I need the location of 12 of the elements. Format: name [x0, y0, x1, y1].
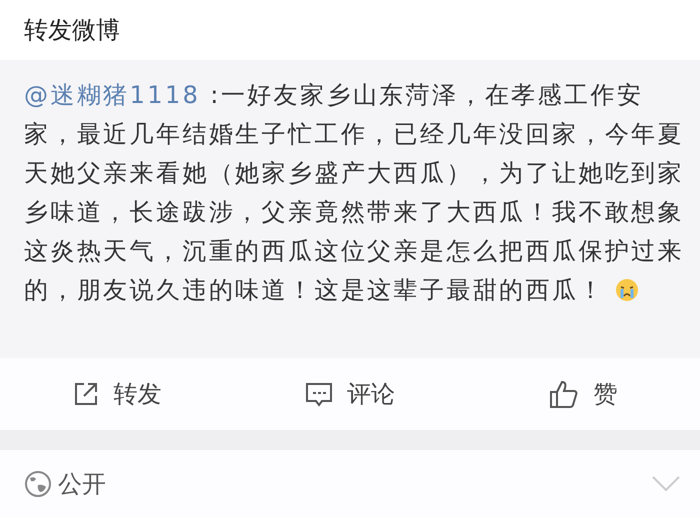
crying-emoji-icon [614, 278, 639, 302]
post-text: @迷糊猪1118 :一好友家乡山东菏泽，在孝感工作安家，最近几年结婚生子忙工作，已经几年没回家，今年夏天她父亲来看她（她家乡盛产大西瓜），为了让她吃到家乡味道，长途跋涉，父亲竟然带来了大西瓜！我不敢想象这炎热天气，沉重的西瓜这位父亲是怎么把西瓜保护过来的，朋友说久违的味道！这是这辈子最甜的西瓜！ [24, 80, 685, 306]
comment-icon [304, 380, 333, 408]
user-mention-link[interactable]: @迷糊猪1118 [24, 81, 200, 109]
chevron-down-icon[interactable] [652, 476, 680, 492]
repost-button[interactable]: 转发 [0, 370, 234, 418]
comment-button[interactable]: 评论 [233, 370, 467, 418]
visibility-selector[interactable]: 公开 [24, 468, 106, 500]
globe-icon [24, 470, 52, 498]
page-title: 转发微博 [24, 15, 120, 46]
thumbs-up-icon [549, 379, 580, 409]
like-button[interactable]: 赞 [466, 370, 700, 418]
